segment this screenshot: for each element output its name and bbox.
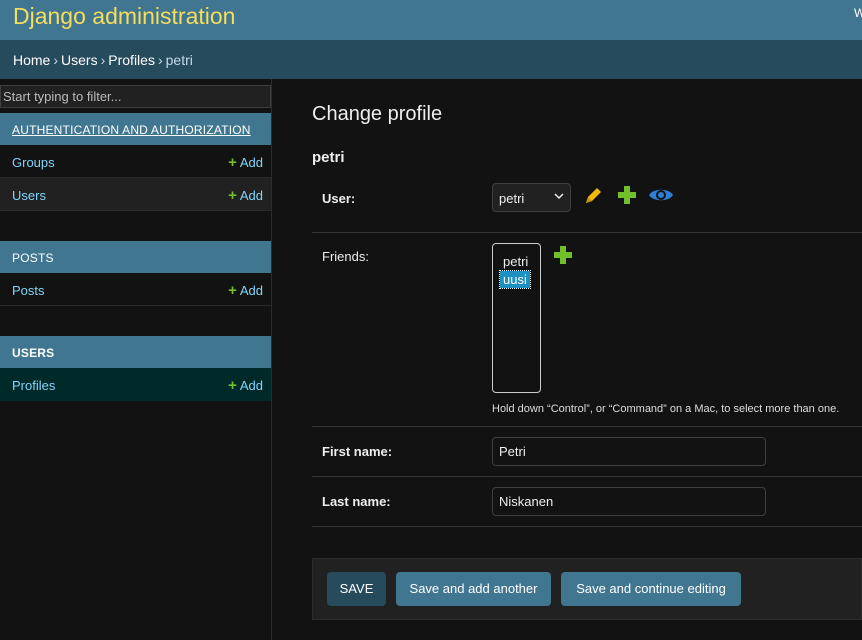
sidebar-item-profiles: Profiles + Add [0, 368, 271, 401]
plus-icon[interactable] [617, 185, 637, 210]
save-button[interactable]: SAVE [327, 572, 386, 606]
add-label: Add [239, 378, 263, 393]
plus-icon: + [228, 154, 237, 171]
breadcrumb-separator: › [100, 52, 106, 68]
user-select[interactable]: petri [492, 183, 571, 212]
object-name: petri [312, 149, 345, 166]
site-name[interactable]: Django administration [13, 3, 235, 30]
plus-icon: + [228, 282, 237, 299]
add-label: Add [239, 283, 263, 298]
breadcrumb-home[interactable]: Home [13, 52, 50, 68]
friends-label: Friends: [322, 249, 369, 264]
sidebar-item-users-link[interactable]: Users [12, 188, 46, 203]
header: Django administration W [0, 0, 862, 40]
plus-icon[interactable] [553, 245, 573, 270]
eye-icon[interactable] [648, 186, 674, 209]
first-name-label: First name: [322, 444, 393, 459]
submit-row: SAVE Save and add another Save and conti… [312, 558, 862, 620]
user-select-value: petri [499, 191, 525, 206]
chevron-down-icon [554, 190, 564, 204]
plus-icon: + [228, 187, 237, 204]
nav-sidebar: AUTHENTICATION AND AUTHORIZATION Groups … [0, 79, 272, 640]
breadcrumb-separator: › [53, 52, 59, 68]
friends-multiselect[interactable]: petri uusi [492, 243, 541, 393]
user-tools[interactable]: W [854, 6, 862, 20]
app-caption-auth[interactable]: AUTHENTICATION AND AUTHORIZATION [0, 113, 271, 145]
last-name-field[interactable] [492, 487, 766, 516]
add-label: Add [239, 155, 263, 170]
add-users-link[interactable]: + Add [228, 187, 263, 204]
add-groups-link[interactable]: + Add [228, 154, 263, 171]
sidebar-item-groups-link[interactable]: Groups [12, 155, 55, 170]
content: Change profile petri User: petri Friends… [272, 79, 862, 640]
pencil-icon[interactable] [582, 185, 604, 212]
form-row-last-name: Last name: [312, 477, 862, 527]
first-name-field[interactable] [492, 437, 766, 466]
form-row-user: User: petri [312, 173, 862, 233]
friends-help-text: Hold down “Control”, or “Command” on a M… [492, 403, 840, 415]
page-title: Change profile [312, 103, 443, 125]
sidebar-item-posts-link[interactable]: Posts [12, 283, 45, 298]
breadcrumb-separator: › [157, 52, 163, 68]
sidebar-item-groups: Groups + Add [0, 145, 271, 178]
sidebar-item-profiles-link[interactable]: Profiles [12, 378, 55, 393]
form-row-friends: Friends: petri uusi Hold down “Control”,… [312, 233, 862, 427]
breadcrumb-current: petri [165, 52, 193, 68]
add-label: Add [239, 188, 263, 203]
form-row-first-name: First name: [312, 427, 862, 477]
sidebar-item-users: Users + Add [0, 178, 271, 211]
breadcrumb-profiles[interactable]: Profiles [108, 52, 155, 68]
add-posts-link[interactable]: + Add [228, 282, 263, 299]
save-and-continue-editing-button[interactable]: Save and continue editing [561, 572, 741, 606]
breadcrumb-users[interactable]: Users [61, 52, 98, 68]
app-caption-users[interactable]: USERS [0, 336, 271, 368]
app-caption-posts[interactable]: POSTS [0, 241, 271, 273]
user-label: User: [322, 191, 356, 206]
friends-option-petri[interactable]: petri [503, 254, 528, 269]
sidebar-item-posts: Posts + Add [0, 273, 271, 306]
friends-option-uusi[interactable]: uusi [499, 270, 531, 289]
save-and-add-another-button[interactable]: Save and add another [396, 572, 551, 606]
last-name-label: Last name: [322, 494, 391, 509]
plus-icon: + [228, 377, 237, 394]
breadcrumb: Home › Users › Profiles › petri [0, 40, 862, 79]
nav-filter-input[interactable] [0, 85, 271, 108]
add-profiles-link[interactable]: + Add [228, 377, 263, 394]
